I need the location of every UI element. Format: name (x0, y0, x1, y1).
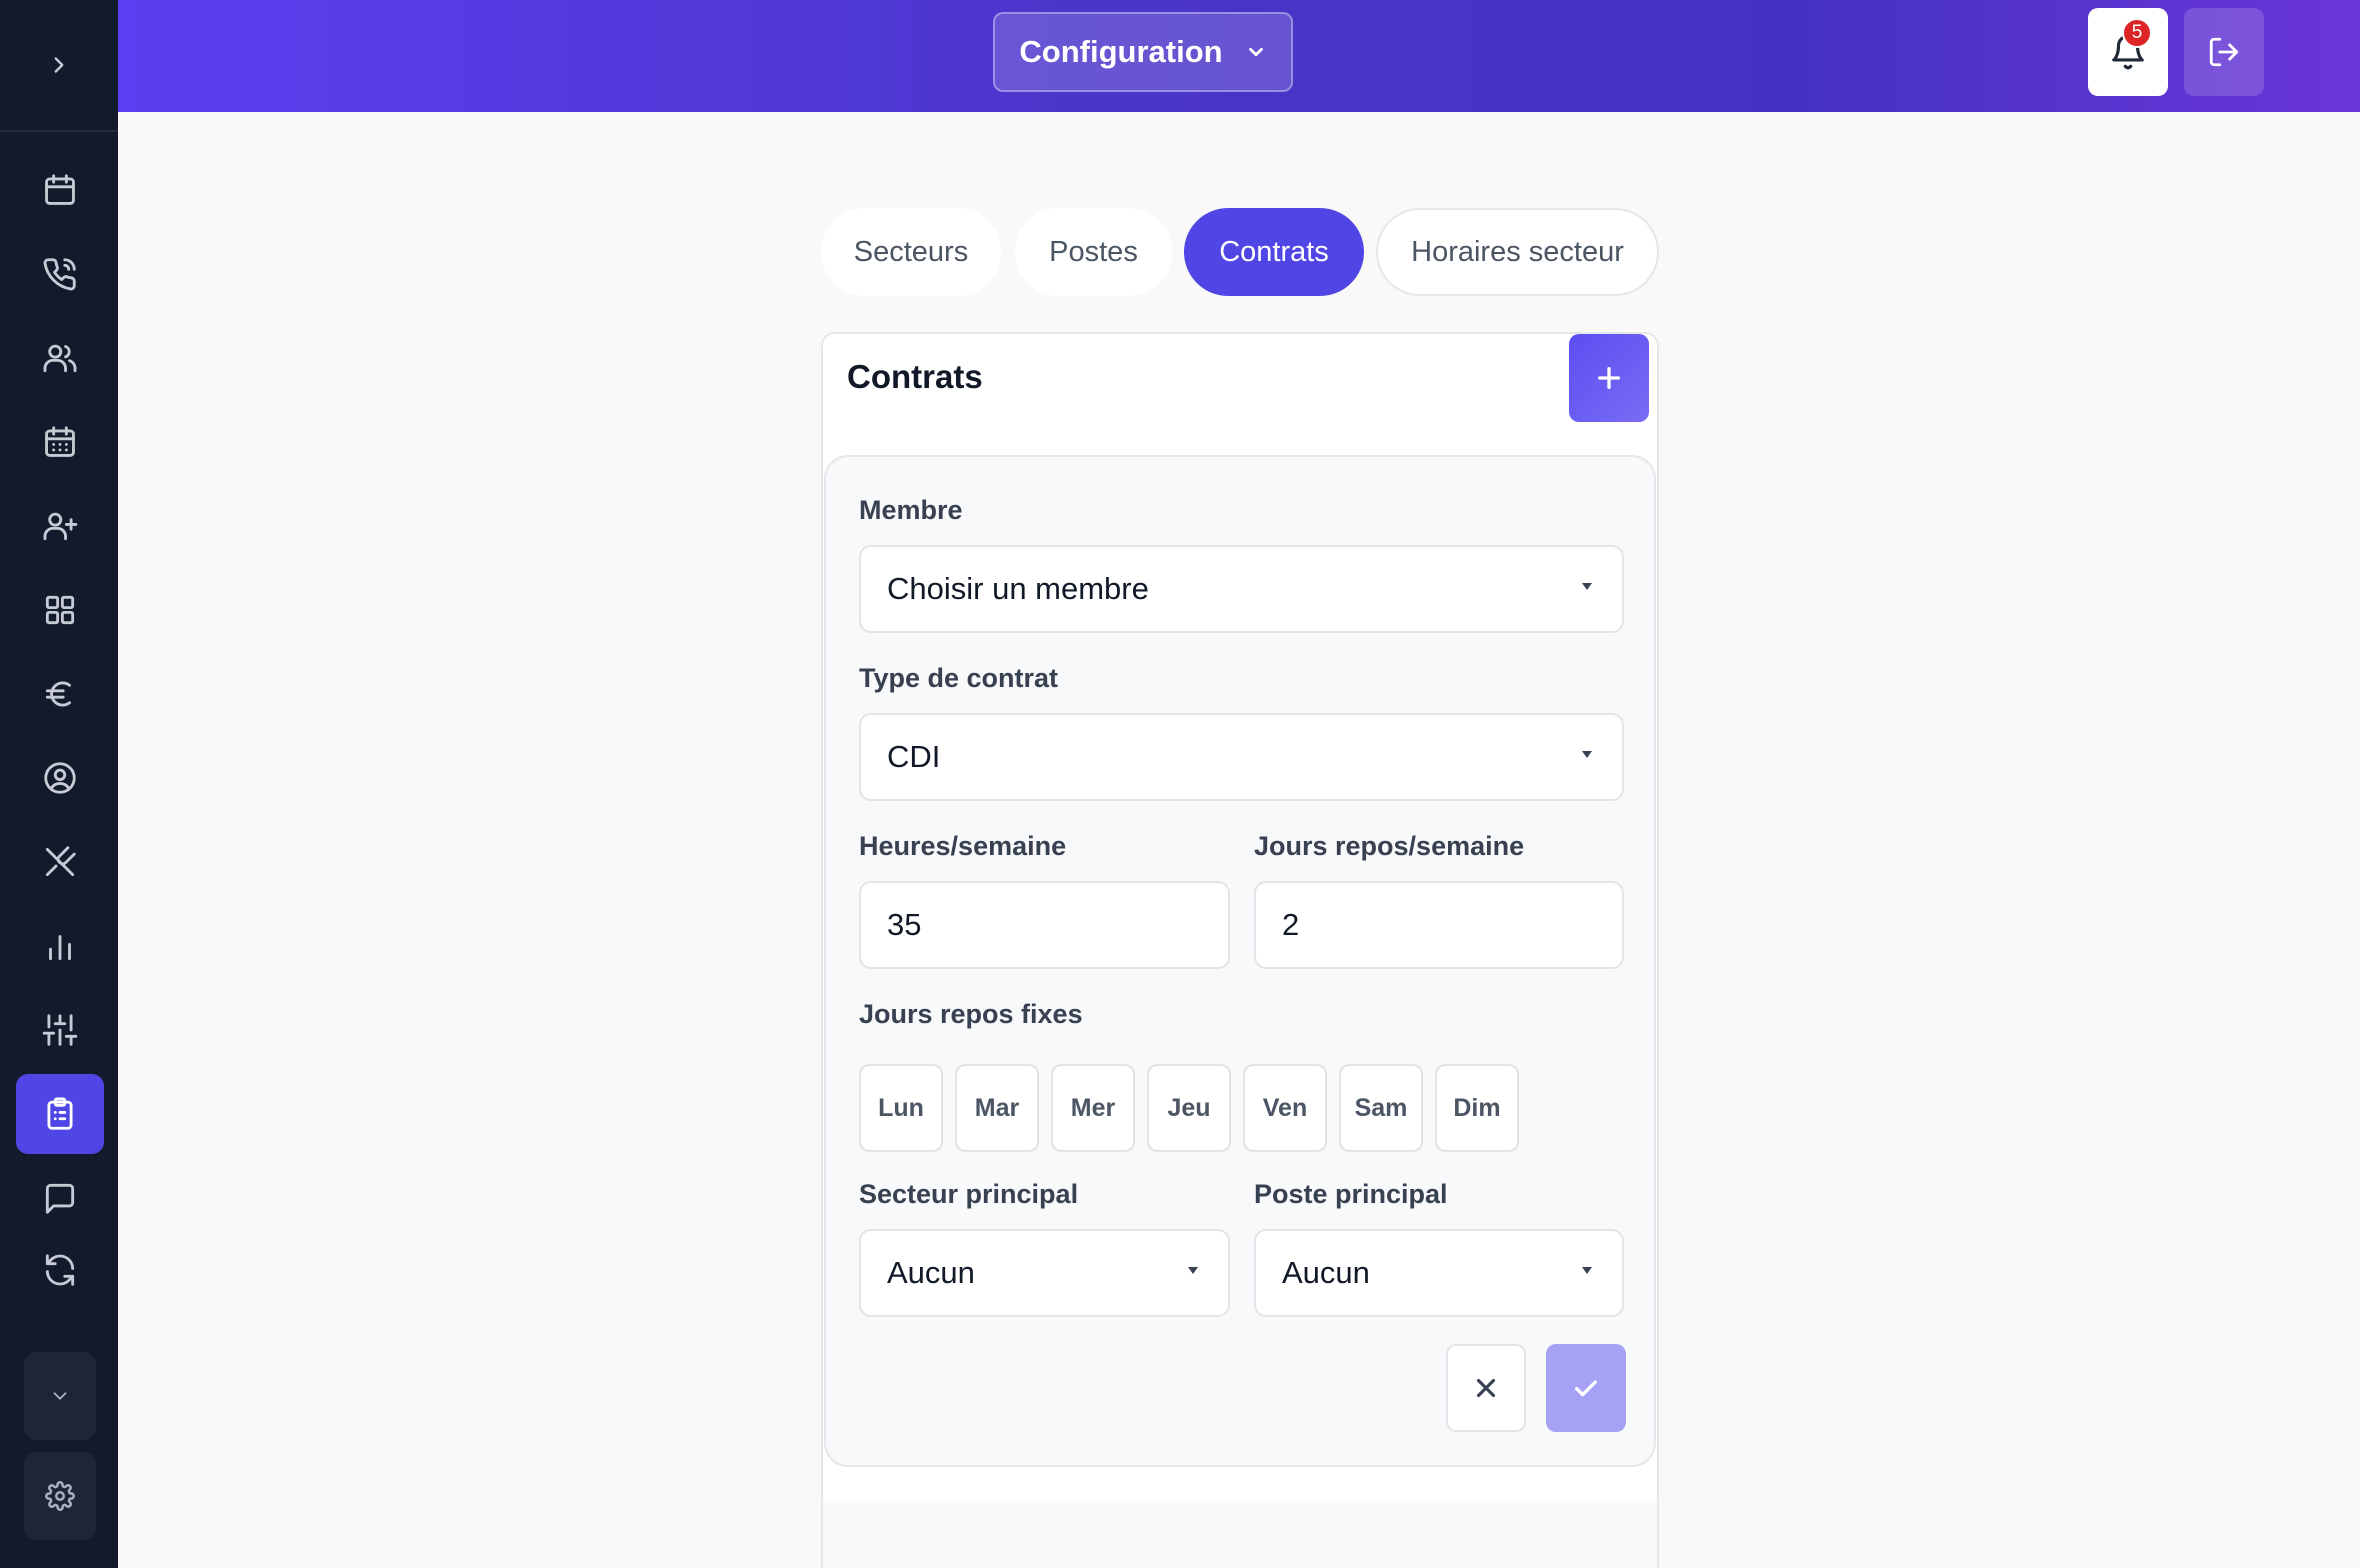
phone-icon (43, 258, 76, 291)
bar-chart-icon (49, 935, 71, 961)
sidebar-item-sync[interactable] (16, 1230, 104, 1310)
notification-count-badge: 5 (2122, 18, 2152, 48)
day-toggle-lun[interactable]: Lun (859, 1064, 943, 1152)
hours-per-week-input[interactable]: 35 (859, 881, 1230, 969)
main-post-label: Poste principal (1254, 1179, 1448, 1209)
refresh-icon (45, 1254, 75, 1286)
sidebar-item-finance[interactable] (16, 654, 104, 734)
user-plus-icon (43, 512, 78, 541)
chevron-down-icon (53, 1392, 67, 1400)
member-select[interactable]: Choisir un membre (859, 545, 1624, 633)
sidebar-collapse-button[interactable] (24, 1352, 96, 1440)
user-circle-icon (44, 762, 76, 794)
configuration-label: Configuration (1019, 34, 1223, 69)
caret-down-icon (1582, 1267, 1592, 1274)
sidebar (0, 0, 118, 1568)
check-icon (1575, 1380, 1597, 1397)
contract-type-label: Type de contrat (859, 663, 1059, 693)
sidebar-item-calendar[interactable] (16, 150, 104, 230)
sidebar-item-stats[interactable] (16, 906, 104, 986)
sidebar-item-phone[interactable] (16, 234, 104, 314)
day-toggle-dim[interactable]: Dim (1435, 1064, 1519, 1152)
rest-days-per-week-input[interactable]: 2 (1254, 881, 1624, 969)
grid-icon (45, 595, 75, 625)
hours-value: 35 (887, 907, 922, 942)
main-post-select[interactable]: Aucun (1254, 1229, 1624, 1317)
caret-down-icon (1188, 1267, 1198, 1274)
sidebar-item-profile[interactable] (16, 738, 104, 818)
sidebar-expand-button[interactable] (0, 0, 118, 132)
tab-postes[interactable]: Postes (1015, 208, 1172, 296)
chevron-down-icon (1248, 47, 1263, 57)
contracts-card: Contrats Membre Choisir un membre Type d… (821, 332, 1659, 1568)
logout-button[interactable] (2184, 8, 2264, 96)
sidebar-item-add-user[interactable] (16, 486, 104, 566)
sidebar-item-planning[interactable] (16, 402, 104, 482)
top-header: Configuration 5 (118, 0, 2360, 112)
gear-icon (45, 1481, 75, 1511)
fixed-rest-days-label: Jours repos fixes (859, 999, 1083, 1029)
day-toggle-jeu[interactable]: Jeu (1147, 1064, 1231, 1152)
notifications-button[interactable]: 5 (2088, 8, 2168, 96)
message-icon (45, 1183, 75, 1214)
sidebar-item-contracts[interactable] (16, 1074, 104, 1154)
logout-icon (2209, 37, 2239, 67)
hours-label: Heures/semaine (859, 831, 1067, 861)
card-title: Contrats (847, 358, 983, 395)
tab-contrats[interactable]: Contrats (1184, 208, 1364, 296)
sidebar-settings-button[interactable] (24, 1452, 96, 1540)
contract-type-select[interactable]: CDI (859, 713, 1624, 801)
calendar-icon (45, 174, 75, 205)
rest-days-value: 2 (1282, 907, 1300, 942)
plus-icon (1598, 367, 1620, 389)
tab-horaires-secteur[interactable]: Horaires secteur (1376, 208, 1659, 296)
caret-down-icon (1582, 751, 1592, 758)
day-toggle-ven[interactable]: Ven (1243, 1064, 1327, 1152)
contract-type-value: CDI (887, 739, 941, 774)
tab-secteurs[interactable]: Secteurs (821, 208, 1001, 296)
card-list-area (823, 1500, 1657, 1568)
add-contract-button[interactable] (1569, 334, 1649, 422)
sidebar-item-settings-sliders[interactable] (16, 990, 104, 1070)
caret-down-icon (1582, 583, 1592, 590)
day-toggle-sam[interactable]: Sam (1339, 1064, 1423, 1152)
sidebar-item-restaurant[interactable] (16, 822, 104, 902)
main-post-value: Aucun (1282, 1255, 1370, 1290)
rest-days-label: Jours repos/semaine (1254, 831, 1525, 861)
sidebar-item-users[interactable] (16, 318, 104, 398)
calendar-grid-icon (45, 426, 75, 457)
euro-icon (45, 681, 71, 707)
day-toggle-mer[interactable]: Mer (1051, 1064, 1135, 1152)
sidebar-item-messages[interactable] (16, 1158, 104, 1238)
sidebar-item-dashboard[interactable] (16, 570, 104, 650)
member-label: Membre (859, 495, 963, 525)
configuration-dropdown[interactable]: Configuration (993, 12, 1293, 92)
contract-form: Membre Choisir un membre Type de contrat… (824, 455, 1656, 1467)
users-icon (43, 344, 77, 373)
day-toggle-mar[interactable]: Mar (955, 1064, 1039, 1152)
sliders-icon (42, 1014, 78, 1046)
main-sector-select[interactable]: Aucun (859, 1229, 1230, 1317)
member-select-value: Choisir un membre (887, 571, 1149, 606)
clipboard-list-icon (47, 1097, 73, 1130)
utensils-cross-icon (45, 846, 76, 877)
main-sector-label: Secteur principal (859, 1179, 1079, 1209)
chevron-right-icon (54, 57, 64, 73)
close-icon (1476, 1378, 1496, 1398)
cancel-button[interactable] (1446, 1344, 1526, 1432)
main-sector-value: Aucun (887, 1255, 975, 1290)
confirm-button[interactable] (1546, 1344, 1626, 1432)
